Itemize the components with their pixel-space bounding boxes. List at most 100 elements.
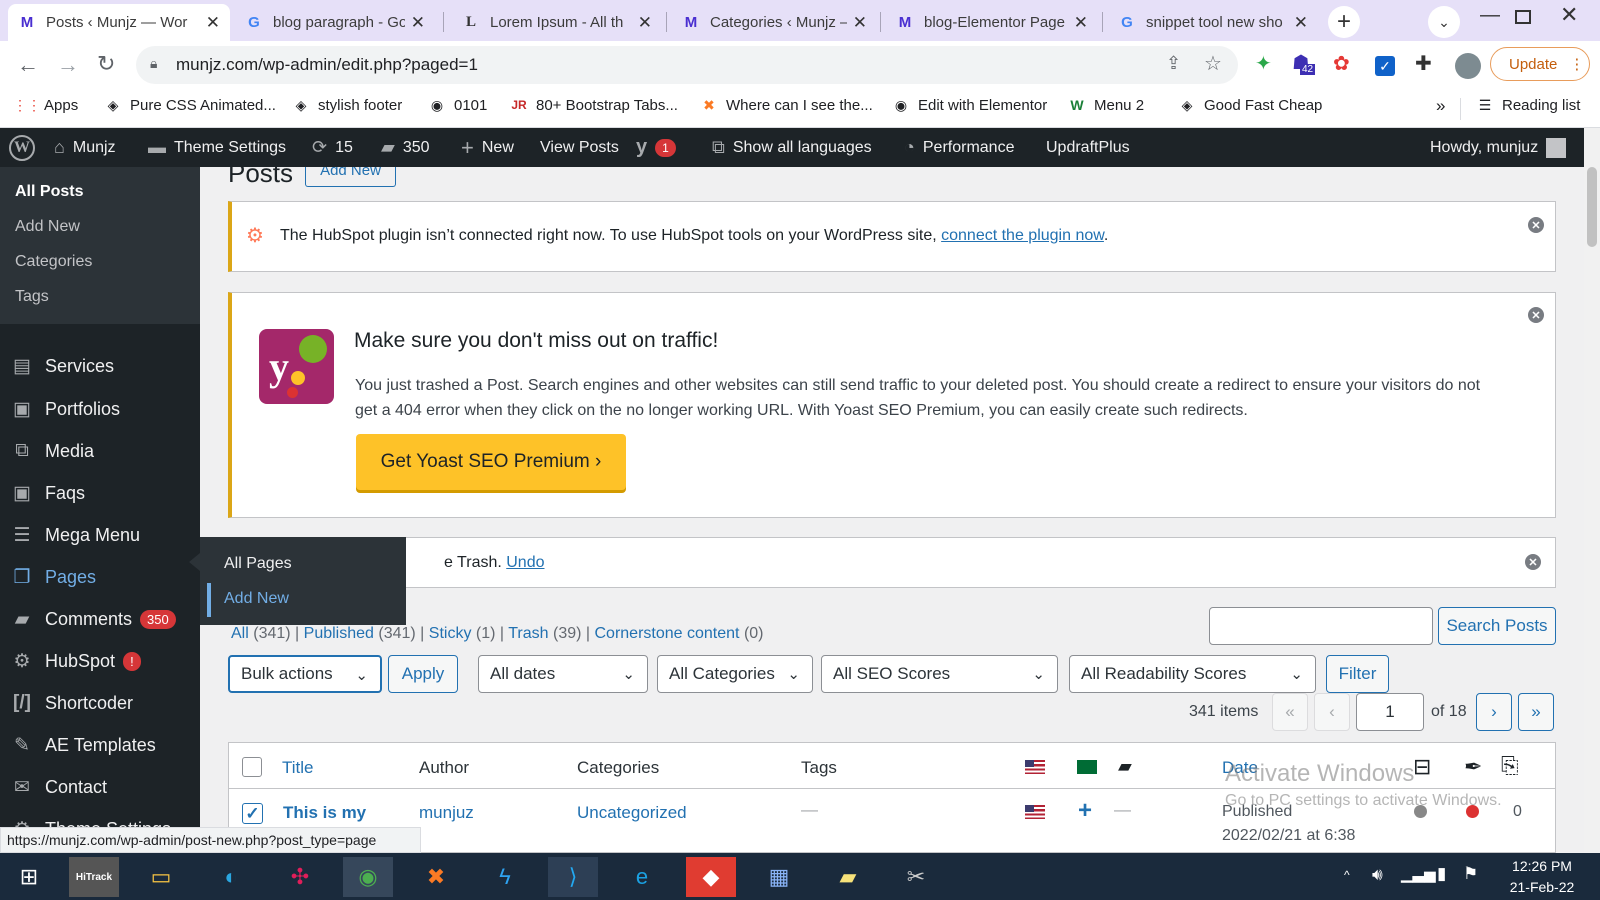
adminbar-howdy[interactable]: Howdy, munjuz [1430, 128, 1567, 167]
adminbar-performance[interactable]: ◔ Performance [904, 128, 1014, 167]
sidebar-item-services[interactable]: ▤ Services [10, 346, 114, 386]
categories-select[interactable]: All Categories ⌄ [657, 655, 813, 693]
forward-arrow-icon[interactable]: → [57, 52, 79, 78]
bookmark-apps[interactable]: ⋮⋮ Apps [13, 96, 78, 114]
adminbar-view-posts[interactable]: View Posts [540, 128, 619, 167]
clock-date[interactable]: 21-Feb-22 [1497, 879, 1587, 895]
sidebar-item-mega-menu[interactable]: ☰ Mega Menu [10, 515, 140, 555]
browser-tab-snippet[interactable]: G snippet tool new sho ✕ [1108, 4, 1318, 41]
flash-app-icon[interactable]: ϟ [480, 857, 530, 897]
wordpress-logo-icon[interactable]: W [9, 128, 35, 167]
filter-sticky[interactable]: Sticky [429, 625, 472, 642]
update-button[interactable]: Update ⋮ [1490, 47, 1590, 81]
anydesk-app-icon[interactable]: ◆ [686, 857, 736, 897]
battery-icon[interactable]: ▮ [1437, 864, 1446, 884]
first-page-button[interactable]: « [1272, 693, 1308, 731]
windows-start-icon[interactable]: ⊞ [4, 857, 54, 897]
close-tab-icon[interactable]: ✕ [206, 13, 220, 33]
close-window-icon[interactable]: ✕ [1560, 2, 1578, 28]
flyout-all-pages[interactable]: All Pages [224, 555, 292, 573]
language-tray-icon[interactable]: ⚑ [1463, 864, 1478, 884]
sidebar-item-pages[interactable]: ❐ Pages [10, 557, 96, 597]
sidebar-item-shortcoder[interactable]: [/] Shortcoder [10, 683, 133, 723]
close-tab-icon[interactable]: ✕ [1294, 13, 1308, 33]
column-title[interactable]: Title [282, 758, 314, 778]
search-posts-button[interactable]: Search Posts [1438, 607, 1556, 645]
get-yoast-premium-button[interactable]: Get Yoast SEO Premium › [356, 434, 626, 490]
bookmark-stylish-footer[interactable]: ◈ stylish footer [292, 96, 403, 114]
extension-42-icon[interactable]: ☗ 42 [1292, 50, 1316, 75]
flyout-add-new[interactable]: Add New [224, 590, 289, 608]
extension-colorwheel-icon[interactable]: ✿ [1333, 51, 1350, 76]
bookmark-star-icon[interactable]: ☆ [1204, 51, 1222, 76]
adminbar-languages[interactable]: ⧉ Show all languages [712, 128, 872, 167]
category-link[interactable]: Uncategorized [577, 803, 687, 823]
file-explorer-icon[interactable]: ▭ [136, 857, 186, 897]
browser-tab-posts[interactable]: M Posts ‹ Munjz — Wor ✕ [8, 4, 230, 41]
sidebar-item-comments[interactable]: ▰ Comments 350 [10, 599, 176, 639]
adminbar-new[interactable]: + New [461, 128, 514, 167]
sidebar-item-media[interactable]: ⧉ Media [10, 431, 94, 471]
chrome-browser-icon[interactable]: ◉ [343, 857, 393, 897]
bookmark-pure-css[interactable]: ◈ Pure CSS Animated... [104, 96, 276, 114]
filter-published[interactable]: Published [304, 625, 374, 642]
profile-avatar[interactable] [1455, 53, 1481, 79]
adminbar-site[interactable]: ⌂ Munjz [54, 128, 116, 167]
filter-all[interactable]: All [231, 625, 249, 642]
prev-page-button[interactable]: ‹ [1314, 693, 1350, 731]
browser-tab-blog-paragraph[interactable]: G blog paragraph - Go ✕ [235, 4, 435, 41]
bookmark-0101[interactable]: ◉ 0101 [428, 96, 487, 114]
current-page-input[interactable]: 1 [1356, 693, 1424, 731]
extensions-puzzle-icon[interactable]: ✚ [1415, 51, 1432, 76]
adminbar-updates[interactable]: ⟳ 15 [312, 128, 353, 167]
bookmark-menu-2[interactable]: W Menu 2 [1068, 96, 1144, 114]
adminbar-comments[interactable]: ▰ 350 [381, 128, 430, 167]
reading-list-button[interactable]: ☰ Reading list [1476, 96, 1581, 114]
english-flag-icon[interactable] [1025, 805, 1045, 819]
author-link[interactable]: munjuz [419, 803, 474, 823]
kebab-menu-icon[interactable]: ⋮ [1569, 55, 1584, 73]
close-tab-icon[interactable]: ✕ [853, 13, 867, 33]
dismiss-icon[interactable]: ✕ [1525, 554, 1541, 570]
bookmarks-overflow-button[interactable]: » [1436, 96, 1445, 116]
select-all-checkbox[interactable] [242, 757, 262, 777]
post-search-input[interactable] [1209, 607, 1433, 645]
restore-window-icon[interactable] [1515, 10, 1531, 24]
network-icon[interactable]: ▁▃▅ [1401, 865, 1436, 883]
filter-trash[interactable]: Trash [508, 625, 548, 642]
close-tab-icon[interactable]: ✕ [411, 13, 425, 33]
slack-app-icon[interactable]: ✣ [275, 857, 325, 897]
seo-scores-select[interactable]: All SEO Scores ⌄ [821, 655, 1058, 693]
sidebar-item-faqs[interactable]: ▣ Faqs [10, 473, 85, 513]
undo-link[interactable]: Undo [506, 554, 544, 571]
last-page-button[interactable]: » [1518, 693, 1554, 731]
row-checkbox[interactable]: ✓ [242, 803, 263, 824]
adminbar-theme-settings[interactable]: ▬ Theme Settings [148, 128, 286, 167]
back-arrow-icon[interactable]: ← [17, 52, 39, 78]
scrollbar-thumb[interactable] [1587, 167, 1597, 247]
filter-cornerstone[interactable]: Cornerstone content [595, 625, 740, 642]
submenu-tags[interactable]: Tags [15, 288, 49, 306]
new-tab-plus-icon[interactable]: + [1328, 6, 1360, 38]
filter-button[interactable]: Filter [1326, 655, 1389, 693]
browser-tab-elementor[interactable]: M blog-Elementor Page ✕ [886, 4, 1098, 41]
minimize-window-icon[interactable]: — [1480, 4, 1500, 27]
adminbar-yoast[interactable]: y1 [636, 128, 676, 167]
sidebar-item-contact[interactable]: ✉ Contact [10, 767, 107, 807]
adminbar-updraftplus[interactable]: UpdraftPlus [1046, 128, 1130, 167]
tab-search-chevron-icon[interactable]: ⌄ [1428, 6, 1460, 38]
sticky-notes-icon[interactable]: ▰ [823, 857, 873, 897]
submenu-all-posts[interactable]: All Posts [15, 183, 83, 201]
volume-icon[interactable]: 🔊︎ [1372, 865, 1383, 885]
add-translation-icon[interactable]: + [1078, 797, 1092, 825]
share-icon[interactable]: ⇪ [1166, 53, 1181, 74]
close-tab-icon[interactable]: ✕ [1074, 13, 1088, 33]
bookmark-good-fast-cheap[interactable]: ◈ Good Fast Cheap [1178, 96, 1323, 114]
extension-hummingbird-icon[interactable]: ✦ [1255, 51, 1272, 76]
browser-tab-lorem[interactable]: L Lorem Ipsum - All th ✕ [452, 4, 662, 41]
tray-chevron-up-icon[interactable]: ^ [1344, 868, 1350, 882]
clock-time[interactable]: 12:26 PM [1497, 858, 1587, 874]
bulk-actions-select[interactable]: Bulk actions ⌄ [228, 655, 382, 693]
sidebar-item-hubspot[interactable]: ⚙︎ HubSpot! [10, 641, 141, 681]
dismiss-icon[interactable]: ✕ [1528, 217, 1544, 233]
